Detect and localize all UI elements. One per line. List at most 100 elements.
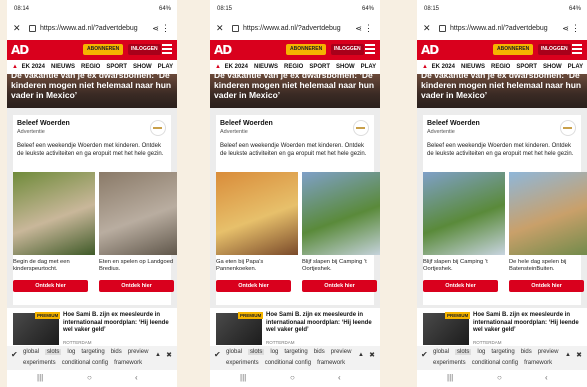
home-icon[interactable]: ○: [87, 373, 92, 382]
hamburger-menu-icon[interactable]: [162, 44, 172, 54]
share-icon[interactable]: ⋖: [562, 24, 569, 33]
login-button[interactable]: INLOGGEN: [538, 44, 571, 55]
ontdek-hier-button[interactable]: Ontdek hier: [13, 280, 88, 292]
back-icon[interactable]: ‹: [135, 373, 138, 382]
nav-item[interactable]: PLAY: [361, 60, 376, 74]
debug-tab[interactable]: global: [433, 349, 449, 355]
nav-item[interactable]: REGIO: [284, 60, 303, 74]
collapse-up-icon[interactable]: ▲: [565, 352, 571, 358]
nav-item[interactable]: REGIO: [491, 60, 510, 74]
more-menu-icon[interactable]: ⋮: [571, 23, 580, 34]
debug-tab[interactable]: targeting: [284, 349, 307, 355]
debug-tab[interactable]: preview: [128, 349, 149, 355]
more-menu-icon[interactable]: ⋮: [161, 23, 170, 34]
ontdek-hier-button[interactable]: Ontdek hier: [509, 280, 584, 292]
debug-tab[interactable]: slots: [455, 349, 472, 355]
nav-item[interactable]: PLAY: [568, 60, 583, 74]
debug-tab[interactable]: experiments: [433, 360, 466, 366]
debug-tab[interactable]: bids: [521, 349, 532, 355]
nav-item[interactable]: NIEUWS: [461, 60, 485, 74]
close-tab-icon[interactable]: ✕: [216, 23, 224, 34]
url-text[interactable]: https://www.ad.nl/?advertdebug: [243, 25, 341, 32]
hero-article[interactable]: De vakantie van je ex dwarsbomen: ‘De ki…: [210, 74, 380, 108]
debug-tab[interactable]: log: [477, 349, 485, 355]
login-button[interactable]: INLOGGEN: [331, 44, 364, 55]
hero-article[interactable]: De vakantie van je ex dwarsbomen: ‘De ki…: [417, 74, 587, 108]
url-text[interactable]: https://www.ad.nl/?advertdebug: [40, 25, 138, 32]
close-tab-icon[interactable]: ✕: [423, 23, 431, 34]
home-icon[interactable]: ○: [497, 373, 502, 382]
news-item[interactable]: PREMIUM Hoe Sami B. zijn ex meesleurde i…: [417, 308, 587, 346]
collapse-up-icon[interactable]: ▲: [155, 352, 161, 358]
ad-tile[interactable]: Eten en spelen op Landgoed Bredius. Ontd…: [99, 172, 177, 300]
ad-tile-image[interactable]: [216, 172, 298, 255]
nav-item[interactable]: SHOW: [543, 60, 562, 74]
close-debug-icon[interactable]: ✖: [166, 351, 172, 359]
nav-item[interactable]: EK 2024: [432, 60, 455, 74]
debug-tab[interactable]: global: [226, 349, 242, 355]
ad-tile[interactable]: Ga eten bij Papa’s Pannenkoeken. Ontdek …: [216, 172, 298, 300]
hero-article[interactable]: De vakantie van je ex dwarsbomen: ‘De ki…: [7, 74, 177, 108]
checkmark-icon[interactable]: ✔: [11, 350, 18, 359]
recent-apps-icon[interactable]: |||: [37, 373, 43, 382]
subscribe-button[interactable]: ABONNEREN: [286, 44, 327, 55]
debug-tab[interactable]: experiments: [23, 360, 56, 366]
nav-item[interactable]: SHOW: [133, 60, 152, 74]
close-tab-icon[interactable]: ✕: [13, 23, 21, 34]
checkmark-icon[interactable]: ✔: [214, 350, 221, 359]
browser-url-bar[interactable]: ✕ https://www.ad.nl/?advertdebug ⋖ ⋮: [210, 18, 380, 40]
subscribe-button[interactable]: ABONNEREN: [83, 44, 124, 55]
debug-tab[interactable]: preview: [331, 349, 352, 355]
debug-tab[interactable]: targeting: [491, 349, 514, 355]
ad-tile[interactable]: De hele dag spelen bij BatensteinBuiten.…: [509, 172, 587, 300]
debug-tab[interactable]: framework: [317, 360, 345, 366]
close-debug-icon[interactable]: ✖: [576, 351, 582, 359]
debug-tab[interactable]: conditional config: [265, 360, 311, 366]
collapse-up-icon[interactable]: ▲: [358, 352, 364, 358]
ad-tile[interactable]: Begin de dag met een kinderspeurtocht. O…: [13, 172, 95, 300]
nav-item[interactable]: SPORT: [516, 60, 537, 74]
news-item[interactable]: PREMIUM Hoe Sami B. zijn ex meesleurde i…: [210, 308, 380, 346]
hamburger-menu-icon[interactable]: [572, 44, 582, 54]
share-icon[interactable]: ⋖: [152, 24, 159, 33]
close-debug-icon[interactable]: ✖: [369, 351, 375, 359]
ontdek-hier-button[interactable]: Ontdek hier: [302, 280, 377, 292]
debug-tab[interactable]: slots: [45, 349, 62, 355]
ad-tile[interactable]: Blijf slapen bij Camping ’t Oortjeshek. …: [302, 172, 380, 300]
ad-tile-image[interactable]: [509, 172, 587, 255]
ontdek-hier-button[interactable]: Ontdek hier: [216, 280, 291, 292]
ad-tile-image[interactable]: [423, 172, 505, 255]
debug-tab[interactable]: experiments: [226, 360, 259, 366]
ad-tile-image[interactable]: [99, 172, 177, 255]
nav-item[interactable]: REGIO: [81, 60, 100, 74]
more-menu-icon[interactable]: ⋮: [364, 23, 373, 34]
recent-apps-icon[interactable]: |||: [447, 373, 453, 382]
debug-tab[interactable]: conditional config: [62, 360, 108, 366]
hamburger-menu-icon[interactable]: [365, 44, 375, 54]
browser-url-bar[interactable]: ✕ https://www.ad.nl/?advertdebug ⋖ ⋮: [417, 18, 587, 40]
ad-logo[interactable]: AD: [214, 43, 232, 57]
debug-tab[interactable]: framework: [114, 360, 142, 366]
debug-tab[interactable]: log: [270, 349, 278, 355]
nav-item[interactable]: NIEUWS: [51, 60, 75, 74]
nav-item[interactable]: NIEUWS: [254, 60, 278, 74]
back-icon[interactable]: ‹: [338, 373, 341, 382]
nav-item[interactable]: SPORT: [106, 60, 127, 74]
back-icon[interactable]: ‹: [545, 373, 548, 382]
debug-tab[interactable]: global: [23, 349, 39, 355]
debug-tab[interactable]: targeting: [81, 349, 104, 355]
url-text[interactable]: https://www.ad.nl/?advertdebug: [450, 25, 548, 32]
ontdek-hier-button[interactable]: Ontdek hier: [99, 280, 174, 292]
news-headline[interactable]: Hoe Sami B. zijn ex meesleurde in intern…: [473, 312, 583, 335]
ad-tile[interactable]: Blijf slapen bij Camping ’t Oortjeshek. …: [423, 172, 505, 300]
debug-tab[interactable]: preview: [538, 349, 559, 355]
ad-tile-image[interactable]: [302, 172, 380, 255]
nav-item[interactable]: EK 2024: [22, 60, 45, 74]
news-headline[interactable]: Hoe Sami B. zijn ex meesleurde in intern…: [63, 312, 173, 335]
debug-tab[interactable]: bids: [314, 349, 325, 355]
recent-apps-icon[interactable]: |||: [240, 373, 246, 382]
subscribe-button[interactable]: ABONNEREN: [493, 44, 534, 55]
debug-tab[interactable]: log: [67, 349, 75, 355]
home-icon[interactable]: ○: [290, 373, 295, 382]
news-headline[interactable]: Hoe Sami B. zijn ex meesleurde in intern…: [266, 312, 376, 335]
